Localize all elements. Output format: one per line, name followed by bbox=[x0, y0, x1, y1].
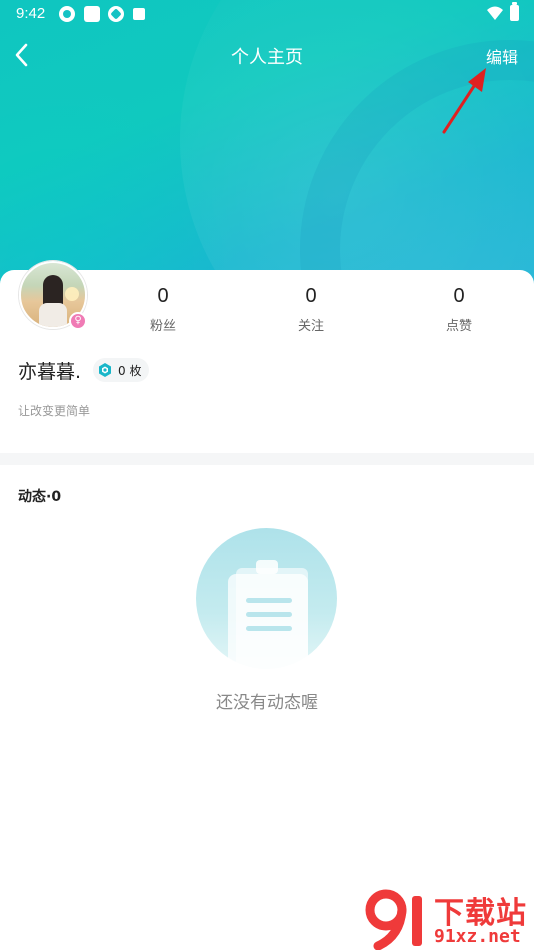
stat-label: 点赞 bbox=[445, 319, 472, 334]
coin-count: 0 枚 bbox=[118, 363, 142, 378]
feed-section-title: 动态·0 bbox=[18, 489, 62, 505]
edit-profile-button[interactable]: 编辑 bbox=[486, 44, 518, 68]
username: 亦暮暮. bbox=[18, 361, 82, 383]
profile-bio: 让改变更简单 bbox=[18, 404, 91, 418]
clipboard-icon bbox=[228, 560, 308, 669]
empty-feed-message: 还没有动态喔 bbox=[216, 693, 318, 713]
battery-icon bbox=[510, 2, 519, 21]
stat-label: 粉丝 bbox=[149, 319, 176, 334]
app-notification-icon bbox=[59, 6, 75, 22]
app-a-icon bbox=[133, 8, 145, 20]
stat-value: 0 bbox=[453, 285, 465, 307]
section-divider bbox=[0, 453, 534, 465]
wifi-icon bbox=[487, 6, 503, 20]
stat-value: 0 bbox=[157, 285, 169, 307]
stat-likes[interactable]: 0 点赞 bbox=[414, 285, 504, 334]
avatar-photo-detail bbox=[39, 303, 67, 327]
stat-value: 0 bbox=[305, 285, 317, 307]
clipboard-empty-icon bbox=[196, 528, 337, 669]
app-notification-icon bbox=[108, 6, 124, 22]
stat-following[interactable]: 0 关注 bbox=[266, 285, 356, 334]
status-time: 9:42 bbox=[16, 5, 46, 22]
page-title: 个人主页 bbox=[231, 47, 303, 68]
stat-label: 关注 bbox=[297, 319, 324, 334]
coin-badge[interactable]: 0 枚 bbox=[93, 358, 150, 382]
female-gender-icon: ♀ bbox=[69, 312, 87, 330]
hexagon-coin-icon bbox=[99, 363, 111, 377]
status-bar: 9:42 bbox=[0, 0, 534, 28]
avatar-photo-detail bbox=[65, 287, 79, 301]
app-square-icon bbox=[84, 6, 100, 22]
stat-fans[interactable]: 0 粉丝 bbox=[118, 285, 208, 334]
